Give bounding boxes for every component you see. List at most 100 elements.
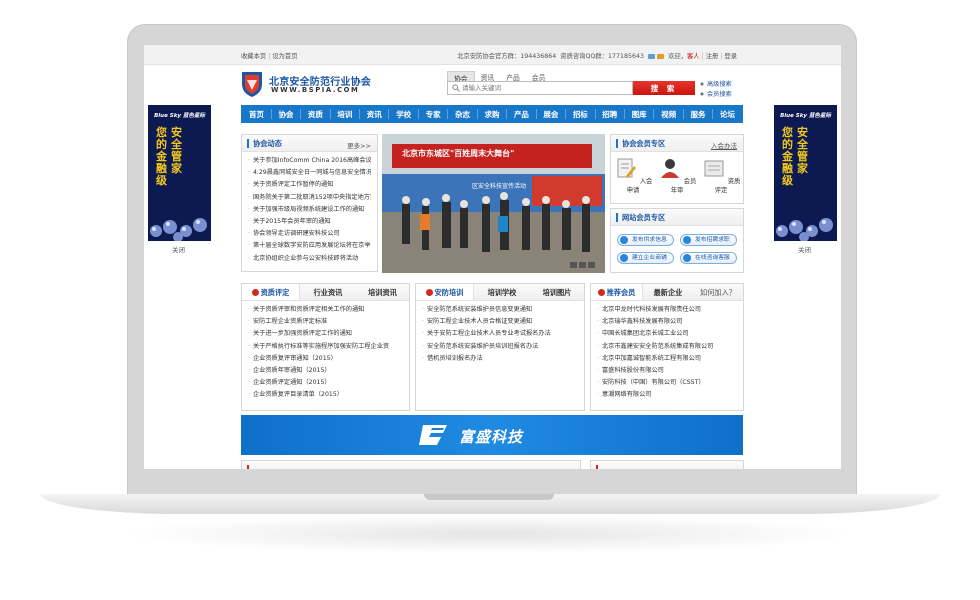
nav-item-school[interactable]: 学校 [396, 109, 411, 120]
register-link[interactable]: 注册 [706, 53, 719, 60]
list-item[interactable]: 企业资质复评审通知（2015） [248, 353, 403, 365]
bookmark-link[interactable]: 收藏本页 [241, 53, 266, 60]
post-jobs-button[interactable]: 发布招聘求职 [680, 234, 737, 246]
nav-item-gallery[interactable]: 图库 [632, 109, 647, 120]
briefcase-icon [683, 236, 691, 244]
nav-item-home[interactable]: 首页 [249, 109, 264, 120]
right-ad-close-button[interactable]: 关闭 [798, 244, 811, 254]
post-supply-demand-button[interactable]: 发布供求信息 [617, 234, 674, 246]
logo-shield-icon[interactable] [241, 70, 263, 98]
list-item[interactable]: 关于进一步加强资质评定工作的通知 [248, 328, 403, 340]
list-item[interactable]: 富盛科技股份有限公司 [597, 365, 737, 377]
tab-security-training[interactable]: 安防培训 [416, 284, 474, 300]
tab-training-news[interactable]: 培训资讯 [356, 284, 409, 300]
list-item[interactable]: 北京协组织企业参与公安科技即将活动 [248, 253, 371, 265]
online-support-label: 在线咨询客服 [695, 255, 730, 261]
annual-review-button[interactable]: 会员年审 [657, 156, 697, 194]
list-item[interactable]: 安全防范系统安装维护员培训班报名办法 [422, 341, 578, 353]
list-item[interactable]: 安防工程企业技术人员合格证变更通知 [422, 316, 578, 328]
right-ad-line2: 安全管家 [797, 126, 808, 175]
list-item[interactable]: 北京中加嘉诚智能系统工程有限公司 [597, 353, 737, 365]
tab-training-photos[interactable]: 培训图片 [530, 284, 584, 300]
nav-item-qualification[interactable]: 资质 [308, 109, 323, 120]
list-item[interactable]: 安防科技（中国）有限公司（CSST） [597, 377, 737, 389]
list-item[interactable]: 国务院关于第二批取消152项中央指定地方实 [248, 192, 371, 204]
nav-item-experts[interactable]: 专家 [426, 109, 441, 120]
nav-item-service[interactable]: 服务 [691, 109, 706, 120]
nav-item-exhibition[interactable]: 展会 [543, 109, 558, 120]
left-ad-close-button[interactable]: 关闭 [172, 244, 185, 254]
set-home-link[interactable]: 设为首页 [272, 53, 297, 60]
login-link[interactable]: 登录 [724, 53, 737, 60]
create-shop-button[interactable]: 建立企业商铺 [617, 252, 674, 264]
list-item[interactable]: 关于参加InfoComm China 2016高峰会议及 [248, 155, 371, 167]
bottom-left-panel [241, 460, 581, 469]
list-item[interactable]: 第十届全球数字安防应用发展论坛将在京举 [248, 240, 371, 252]
list-item[interactable]: 北京市鑫建安安全防范系统集成有限公司 [597, 341, 737, 353]
list-item[interactable]: 北京中龙时代科技发展有限责任公司 [597, 304, 737, 316]
message-icon[interactable] [648, 54, 656, 59]
search-button[interactable]: 搜 索 [633, 81, 695, 95]
search-box [447, 81, 633, 95]
join-method-link[interactable]: 入会办法 [711, 140, 737, 150]
site-header: 北京安全防范行业协会 WWW.BSPIA.COM 协会 资讯 产品 会员 搜 索… [144, 65, 841, 105]
rss-icon[interactable] [657, 54, 665, 59]
member-search-icon [699, 91, 705, 97]
megaphone-icon [620, 236, 628, 244]
tab-marker-icon [597, 289, 605, 296]
member-search-link[interactable]: 会员搜索 [707, 91, 732, 98]
nav-item-purchase[interactable]: 求购 [485, 109, 500, 120]
browser-screen: 收藏本页 | 设为首页 北京安防协会官方群：194436864 资质咨询QQ群：17… [144, 45, 841, 469]
tab-training-school[interactable]: 培训学校 [474, 284, 530, 300]
post-jobs-label: 发布招聘求职 [695, 237, 730, 243]
tab-industry-news[interactable]: 行业资讯 [300, 284, 356, 300]
membership-application-button[interactable]: 入会申请 [613, 156, 653, 194]
list-item[interactable]: 中国长城集团北京长城工业公司 [597, 328, 737, 340]
list-item[interactable]: 企业资质复评目录清单（2015） [248, 389, 403, 401]
tab-newest-companies[interactable]: 最新企业 [643, 284, 693, 300]
list-item[interactable]: 借机员培训报名办法 [422, 353, 578, 365]
nav-item-news[interactable]: 资讯 [367, 109, 382, 120]
list-item[interactable]: 意潮网络有限公司 [597, 389, 737, 401]
banner-company-name: 富盛科技 [459, 428, 524, 446]
nav-item-products[interactable]: 产品 [514, 109, 529, 120]
nav-item-training[interactable]: 培训 [337, 109, 352, 120]
list-item[interactable]: 关于资质评审和资质评定相关工作的通知 [248, 304, 403, 316]
advanced-search-link[interactable]: 高级搜索 [707, 81, 732, 88]
chat-icon [683, 254, 691, 262]
tab-how-to-join[interactable]: 如何加入？ [693, 284, 743, 300]
list-item[interactable]: 协会领导走访调研建安科技公司 [248, 228, 371, 240]
membership-application-label: 入会申请 [626, 178, 653, 194]
qualification-panel: 资质评定 行业资讯 培训资讯 关于资质评审和资质评定相关工作的通知 安防工程企业… [241, 283, 410, 411]
list-item[interactable]: 关于安防工程企业技术人员专业考试报名办法 [422, 328, 578, 340]
list-item[interactable]: 关于加强市级局视频系统建设工作的通知 [248, 204, 371, 216]
list-item[interactable]: 安全防范系统安装维护员信息变更通知 [422, 304, 578, 316]
nav-item-magazine[interactable]: 杂志 [455, 109, 470, 120]
nav-item-bidding[interactable]: 招标 [573, 109, 588, 120]
left-side-ad[interactable]: Blue Sky 蓝色星际 您的金融级 安全管家 [148, 105, 211, 241]
list-item[interactable]: 4.29晨鑫同城安全日一同城与信息安全情况 [248, 167, 371, 179]
news-photo-slideshow[interactable]: 北京市东城区"百姓周末大舞台" 区安全科技宣传活动 [382, 134, 605, 273]
tab-qualification-label: 资质评定 [260, 288, 290, 297]
list-item[interactable]: 企业资质评定通知（2015） [248, 377, 403, 389]
list-item[interactable]: 企业资质年审通知（2015） [248, 365, 403, 377]
nav-item-video[interactable]: 视频 [661, 109, 676, 120]
qualification-assessment-button[interactable]: 资质评定 [701, 156, 741, 194]
list-item[interactable]: 关于严格执行标准等实施程序加强安防工程企业资 [248, 341, 403, 353]
tab-qualification[interactable]: 资质评定 [242, 284, 300, 300]
list-item[interactable]: 关于2015年会员年审的通知 [248, 216, 371, 228]
list-item[interactable]: 安防工程企业资质评定标准 [248, 316, 403, 328]
tab-marker-icon [251, 289, 259, 296]
association-news-more-link[interactable]: 更多>> [347, 140, 371, 150]
list-item[interactable]: 北京瑞华鑫科技发展有限公司 [597, 316, 737, 328]
nav-item-jobs[interactable]: 招聘 [602, 109, 617, 120]
advertising-banner[interactable]: 富盛科技 [241, 415, 743, 455]
nav-item-association[interactable]: 协会 [278, 109, 293, 120]
tab-recommended-members[interactable]: 推荐会员 [591, 284, 643, 300]
right-side-ad[interactable]: Blue Sky 蓝色星际 您的金融级 安全管家 [774, 105, 837, 241]
online-support-button[interactable]: 在线咨询客服 [680, 252, 737, 264]
annual-review-label: 会员年审 [670, 178, 697, 194]
list-item[interactable]: 关于资质评定工作暂停的通知 [248, 179, 371, 191]
nav-item-forum[interactable]: 论坛 [720, 109, 735, 120]
search-input[interactable] [462, 82, 630, 94]
